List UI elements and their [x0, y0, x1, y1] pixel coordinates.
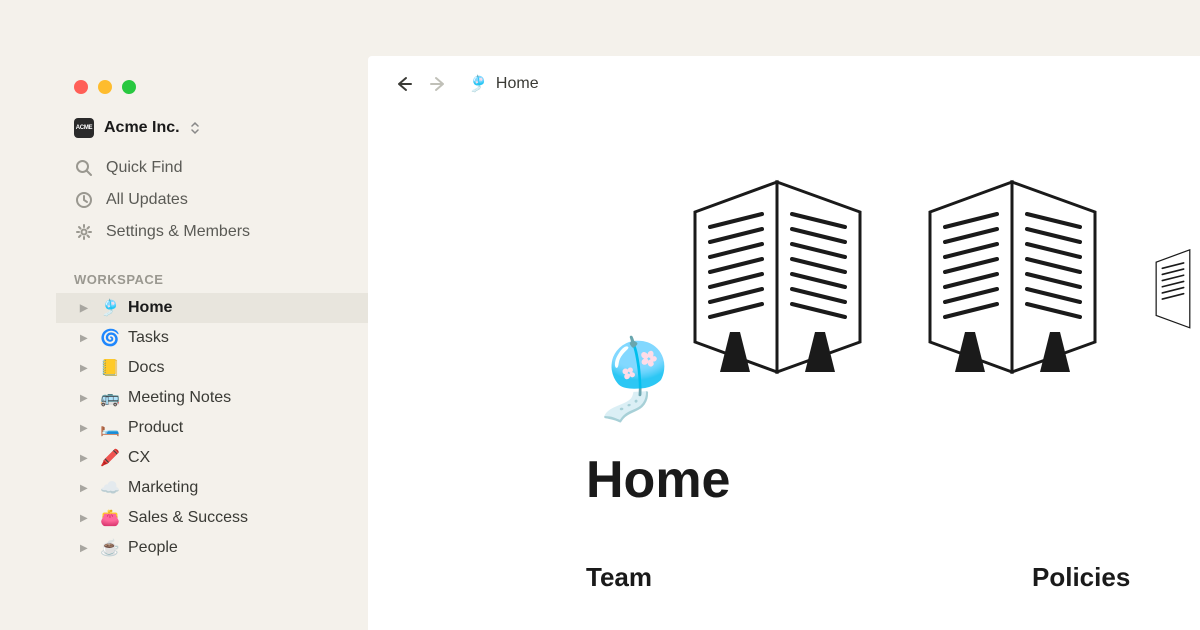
breadcrumb-emoji-icon: 🎐: [468, 74, 488, 94]
disclosure-triangle-icon[interactable]: ▶: [80, 513, 92, 524]
page-emoji-icon: 🌀: [100, 328, 120, 348]
column-heading-policies[interactable]: Policies: [1032, 562, 1130, 593]
disclosure-triangle-icon[interactable]: ▶: [80, 303, 92, 314]
quick-find-link[interactable]: Quick Find: [56, 152, 368, 184]
page-label: Marketing: [128, 479, 198, 497]
workspace-section-label: Workspace: [56, 266, 368, 293]
sidebar-pages-list: ▶ 🎐 Home ▶ 🌀 Tasks ▶ 📒 Docs ▶ 🚌 Meeting …: [56, 293, 368, 563]
chevron-updown-icon: [190, 121, 200, 135]
gear-icon: [74, 222, 94, 242]
page-label: Sales & Success: [128, 509, 248, 527]
page-emoji-icon: 👛: [100, 508, 120, 528]
page-emoji-icon: 📒: [100, 358, 120, 378]
sidebar-page-meeting-notes[interactable]: ▶ 🚌 Meeting Notes: [56, 383, 368, 413]
search-icon: [74, 158, 94, 178]
page-label: Docs: [128, 359, 164, 377]
disclosure-triangle-icon[interactable]: ▶: [80, 453, 92, 464]
sidebar-page-product[interactable]: ▶ 🛏️ Product: [56, 413, 368, 443]
workspace-logo-icon: ACME: [74, 118, 94, 138]
page-title[interactable]: Home: [586, 450, 730, 510]
clock-icon: [74, 190, 94, 210]
all-updates-label: All Updates: [106, 191, 188, 209]
settings-members-label: Settings & Members: [106, 223, 250, 241]
disclosure-triangle-icon[interactable]: ▶: [80, 423, 92, 434]
cover-image[interactable]: [368, 112, 1200, 382]
sidebar-page-home[interactable]: ▶ 🎐 Home: [56, 293, 368, 323]
sidebar-page-docs[interactable]: ▶ 📒 Docs: [56, 353, 368, 383]
nav-back-button[interactable]: [394, 74, 414, 94]
page-label: Home: [128, 299, 172, 317]
page-icon[interactable]: 🎐: [586, 334, 676, 424]
sidebar-page-people[interactable]: ▶ ☕ People: [56, 533, 368, 563]
all-updates-link[interactable]: All Updates: [56, 184, 368, 216]
page-label: People: [128, 539, 178, 557]
breadcrumb-label: Home: [496, 75, 539, 93]
page-content: 🎐 Home Team Policies: [368, 112, 1200, 630]
disclosure-triangle-icon[interactable]: ▶: [80, 543, 92, 554]
page-label: Tasks: [128, 329, 169, 347]
breadcrumb[interactable]: 🎐 Home: [468, 74, 539, 94]
main-area: 🎐 Home: [368, 56, 1200, 630]
page-emoji-icon: ☕: [100, 538, 120, 558]
cover-art-illustration: [680, 172, 1200, 382]
sidebar-page-cx[interactable]: ▶ 🖍️ CX: [56, 443, 368, 473]
workspace-switcher[interactable]: ACME Acme Inc.: [56, 114, 368, 152]
disclosure-triangle-icon[interactable]: ▶: [80, 393, 92, 404]
page-emoji-icon: 🎐: [100, 298, 120, 318]
settings-members-link[interactable]: Settings & Members: [56, 216, 368, 248]
sidebar-page-marketing[interactable]: ▶ ☁️ Marketing: [56, 473, 368, 503]
sidebar-top-menu: Quick Find All Updates Settings & Member…: [56, 152, 368, 266]
nav-forward-button[interactable]: [428, 74, 448, 94]
page-label: CX: [128, 449, 150, 467]
content-columns: Team Policies: [586, 562, 1130, 593]
window-controls: [56, 68, 368, 114]
page-label: Meeting Notes: [128, 389, 231, 407]
maximize-window-button[interactable]: [122, 80, 136, 94]
page-emoji-icon: 🖍️: [100, 448, 120, 468]
topbar: 🎐 Home: [368, 56, 1200, 112]
close-window-button[interactable]: [74, 80, 88, 94]
page-label: Product: [128, 419, 183, 437]
app-window: ACME Acme Inc. Quick Find All Updates: [56, 56, 1200, 630]
workspace-logo-text: ACME: [76, 125, 92, 131]
sidebar-page-sales-success[interactable]: ▶ 👛 Sales & Success: [56, 503, 368, 533]
sidebar: ACME Acme Inc. Quick Find All Updates: [56, 56, 368, 630]
disclosure-triangle-icon[interactable]: ▶: [80, 483, 92, 494]
page-emoji-icon: 🛏️: [100, 418, 120, 438]
disclosure-triangle-icon[interactable]: ▶: [80, 363, 92, 374]
sidebar-page-tasks[interactable]: ▶ 🌀 Tasks: [56, 323, 368, 353]
page-emoji-icon: ☁️: [100, 478, 120, 498]
workspace-name-label: Acme Inc.: [104, 119, 180, 137]
column-heading-team[interactable]: Team: [586, 562, 652, 593]
disclosure-triangle-icon[interactable]: ▶: [80, 333, 92, 344]
minimize-window-button[interactable]: [98, 80, 112, 94]
quick-find-label: Quick Find: [106, 159, 182, 177]
page-emoji-icon: 🚌: [100, 388, 120, 408]
